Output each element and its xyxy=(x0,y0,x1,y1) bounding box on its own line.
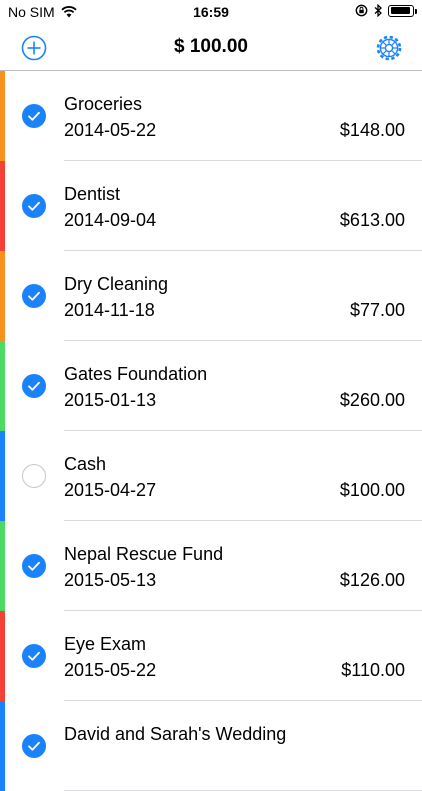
balance-title: $ 100.00 xyxy=(174,36,248,57)
battery-icon xyxy=(388,4,417,17)
checkmark-icon xyxy=(28,201,40,211)
item-name: Dry Cleaning xyxy=(64,274,169,294)
rotation-lock-icon xyxy=(355,4,368,17)
transaction-list: Groceries 2014-05-22 $148.00 Dentist 201… xyxy=(0,71,422,791)
category-color-bar xyxy=(0,161,5,251)
checkmark-toggle[interactable] xyxy=(22,464,46,488)
list-item[interactable]: Eye Exam 2015-05-22 $110.00 xyxy=(0,611,422,701)
list-item[interactable]: Dry Cleaning 2014-11-18 $77.00 xyxy=(0,251,422,341)
item-amount: $260.00 xyxy=(339,390,405,410)
checkmark-icon xyxy=(28,741,40,751)
item-amount: $613.00 xyxy=(339,210,405,230)
item-date: 2014-11-18 xyxy=(64,300,155,320)
item-date: 2015-05-22 xyxy=(64,660,157,680)
item-amount: $77.00 xyxy=(349,300,405,320)
item-date: 2015-04-27 xyxy=(64,480,157,500)
checkmark-toggle[interactable] xyxy=(22,644,46,668)
category-color-bar xyxy=(0,431,5,521)
battery-level xyxy=(390,7,410,14)
category-color-bar xyxy=(0,71,5,161)
list-item[interactable]: Cash 2015-04-27 $100.00 xyxy=(0,431,422,521)
item-name: Nepal Rescue Fund xyxy=(64,544,224,564)
checkmark-toggle[interactable] xyxy=(22,734,46,758)
item-date: 2015-05-13 xyxy=(64,570,157,590)
item-amount: $126.00 xyxy=(339,570,405,590)
list-item[interactable]: Groceries 2014-05-22 $148.00 xyxy=(0,71,422,161)
checkmark-icon xyxy=(28,561,40,571)
checkmark-toggle[interactable] xyxy=(22,374,46,398)
category-color-bar xyxy=(0,341,5,431)
item-date: 2015-01-13 xyxy=(64,390,157,410)
list-item[interactable]: Gates Foundation 2015-01-13 $260.00 xyxy=(0,341,422,431)
item-name: Eye Exam xyxy=(64,634,147,654)
item-name: David and Sarah's Wedding xyxy=(64,724,287,744)
item-amount: $100.00 xyxy=(339,480,405,500)
item-name: Gates Foundation xyxy=(64,364,208,384)
item-date: 2014-05-22 xyxy=(64,120,157,140)
item-amount: $110.00 xyxy=(341,660,405,680)
item-amount: $148.00 xyxy=(339,120,405,140)
checkmark-toggle[interactable] xyxy=(22,284,46,308)
status-bar: No SIM 16:59 xyxy=(0,0,422,24)
checkmark-icon xyxy=(28,381,40,391)
checkmark-toggle[interactable] xyxy=(22,554,46,578)
list-item[interactable]: David and Sarah's Wedding xyxy=(0,701,422,791)
gear-icon xyxy=(376,35,402,61)
item-name: Dentist xyxy=(64,184,121,204)
category-color-bar xyxy=(0,521,5,611)
list-item[interactable]: Dentist 2014-09-04 $613.00 xyxy=(0,161,422,251)
category-color-bar xyxy=(0,251,5,341)
checkmark-icon xyxy=(28,651,40,661)
settings-button[interactable] xyxy=(376,35,402,61)
bluetooth-icon xyxy=(374,4,382,17)
item-name: Groceries xyxy=(64,94,143,114)
item-name: Cash xyxy=(64,454,107,474)
list-item[interactable]: Nepal Rescue Fund 2015-05-13 $126.00 xyxy=(0,521,422,611)
checkmark-icon xyxy=(28,291,40,301)
checkmark-toggle[interactable] xyxy=(22,104,46,128)
item-date: 2014-09-04 xyxy=(64,210,157,230)
status-right xyxy=(355,4,417,17)
navigation-bar: $ 100.00 xyxy=(0,24,422,71)
category-color-bar xyxy=(0,701,5,791)
category-color-bar xyxy=(0,611,5,701)
checkmark-toggle[interactable] xyxy=(22,194,46,218)
checkmark-icon xyxy=(28,111,40,121)
